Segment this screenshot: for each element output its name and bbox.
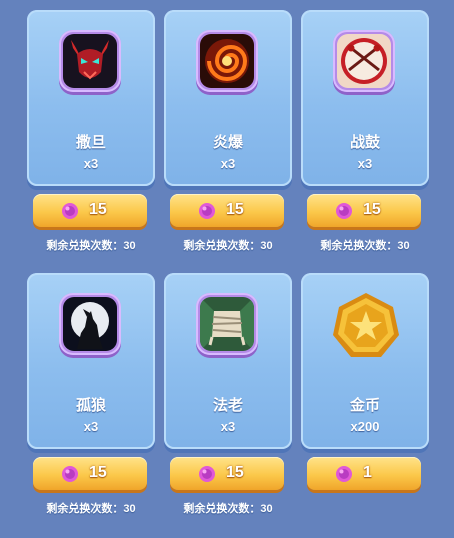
exchange-button[interactable]: 15 <box>33 457 147 490</box>
price-label: 1 <box>363 464 372 481</box>
price-label: 15 <box>226 201 244 218</box>
exchange-button[interactable]: 15 <box>170 457 284 490</box>
exchange-button[interactable]: 15 <box>33 194 147 227</box>
price-label: 15 <box>89 201 107 218</box>
remaining-count: 30 <box>397 240 410 252</box>
item-card[interactable]: 法老 x3 <box>164 273 292 449</box>
mummy-icon <box>200 297 254 351</box>
item-card[interactable]: 战鼓 x3 <box>301 10 429 186</box>
item-quantity: x3 <box>220 419 236 434</box>
remaining-count: 30 <box>260 503 273 515</box>
remaining-label: 剩余兑换次数： <box>183 240 261 252</box>
icon-frame <box>333 30 395 92</box>
icon-frame <box>59 30 121 92</box>
shop-item: 金币 x200 1 <box>301 273 429 490</box>
price-label: 15 <box>89 464 107 481</box>
exchange-button[interactable]: 15 <box>170 194 284 227</box>
exchange-button[interactable]: 15 <box>307 194 421 227</box>
item-card[interactable]: 孤狼 x3 <box>27 273 155 449</box>
remaining-label: 剩余兑换次数： <box>46 240 124 252</box>
purple-gem-icon <box>199 466 215 482</box>
demon-mask-icon <box>63 34 117 88</box>
exchange-button[interactable]: 1 <box>307 457 421 490</box>
icon-frame <box>59 293 121 355</box>
item-quantity: x3 <box>83 156 99 171</box>
icon-frame <box>196 30 258 92</box>
war-drum-icon <box>337 34 391 88</box>
shop-item: 法老 x3 15 剩余兑换次数：30 <box>164 273 292 515</box>
shop-item: 战鼓 x3 15 剩余兑换次数：30 <box>301 10 429 252</box>
purple-gem-icon <box>62 466 78 482</box>
item-name: 战鼓 <box>349 134 380 151</box>
purple-gem-icon <box>336 203 352 219</box>
item-quantity: x200 <box>350 419 380 434</box>
item-quantity: x3 <box>220 156 236 171</box>
price-label: 15 <box>363 201 381 218</box>
item-name: 法老 <box>212 397 243 414</box>
howling-wolf-icon <box>63 297 117 351</box>
remaining-exchanges: 剩余兑换次数：30 <box>301 237 429 253</box>
item-name: 金币 <box>349 397 380 414</box>
shop-item: 炎爆 x3 15 剩余兑换次数：30 <box>164 10 292 252</box>
remaining-count: 30 <box>123 503 136 515</box>
item-name: 孤狼 <box>75 397 106 414</box>
item-name: 炎爆 <box>212 134 243 151</box>
fire-vortex-icon <box>200 34 254 88</box>
shop-item: 撒旦 x3 15 剩余兑换次数：30 <box>27 10 155 252</box>
purple-gem-icon <box>62 203 78 219</box>
remaining-label: 剩余兑换次数： <box>46 503 124 515</box>
shop-item: 孤狼 x3 15 剩余兑换次数：30 <box>27 273 155 515</box>
item-card[interactable]: 炎爆 x3 <box>164 10 292 186</box>
item-quantity: x3 <box>357 156 373 171</box>
remaining-exchanges: 剩余兑换次数：30 <box>27 237 155 253</box>
item-card[interactable]: 撒旦 x3 <box>27 10 155 186</box>
remaining-label: 剩余兑换次数： <box>320 240 398 252</box>
gold-coin-icon <box>329 289 403 363</box>
remaining-exchanges: 剩余兑换次数：30 <box>164 237 292 253</box>
purple-gem-icon <box>199 203 215 219</box>
remaining-exchanges: 剩余兑换次数：30 <box>27 500 155 516</box>
remaining-exchanges: 剩余兑换次数：30 <box>164 500 292 516</box>
item-quantity: x3 <box>83 419 99 434</box>
price-label: 15 <box>226 464 244 481</box>
remaining-count: 30 <box>123 240 136 252</box>
purple-gem-icon <box>336 466 352 482</box>
remaining-count: 30 <box>260 240 273 252</box>
item-card[interactable]: 金币 x200 <box>301 273 429 449</box>
item-name: 撒旦 <box>75 134 106 151</box>
icon-frame <box>196 293 258 355</box>
remaining-label: 剩余兑换次数： <box>183 503 261 515</box>
exchange-grid: 撒旦 x3 15 剩余兑换次数：30 炎爆 x3 15 剩余兑换次数：30 战鼓… <box>0 0 454 538</box>
